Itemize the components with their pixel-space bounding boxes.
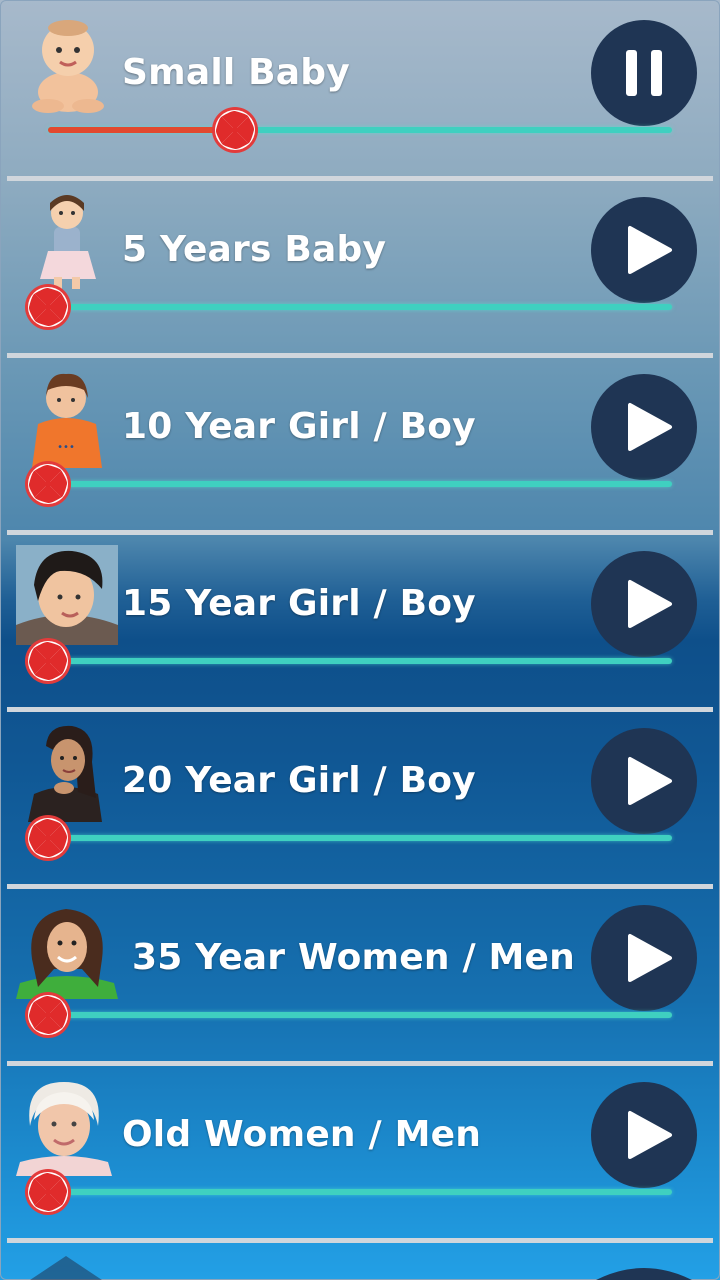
play-button[interactable] [591, 374, 697, 480]
list-item: 35 Year Women / Men [0, 885, 720, 1062]
progress-slider[interactable] [25, 461, 672, 507]
progress-slider[interactable] [25, 992, 672, 1038]
list-item: 20 Year Girl / Boy [0, 708, 720, 885]
progress-slider[interactable] [25, 815, 672, 861]
pause-button[interactable] [591, 20, 697, 126]
play-button[interactable] [591, 197, 697, 303]
child-photo: ••• [18, 368, 114, 468]
play-icon [628, 757, 672, 805]
baby-photo [18, 14, 114, 114]
slider-handle-icon[interactable] [211, 106, 259, 154]
item-title: 20 Year Girl / Boy [122, 760, 476, 801]
play-button[interactable] [591, 905, 697, 1011]
list-item: Small Baby [0, 0, 720, 177]
old-woman-photo [16, 1076, 112, 1176]
item-title: Old Women / Men [122, 1114, 482, 1155]
list-item: 15 Year Girl / Boy [0, 531, 720, 708]
slider-handle-icon[interactable] [24, 460, 72, 508]
teen-photo [16, 545, 118, 645]
svg-text:•••: ••• [57, 442, 75, 453]
play-button[interactable] [591, 728, 697, 834]
play-button[interactable] [591, 551, 697, 657]
slider-handle-icon[interactable] [24, 1168, 72, 1216]
slider-handle-icon[interactable] [24, 283, 72, 331]
young-woman-photo [18, 722, 114, 822]
play-icon [628, 580, 672, 628]
play-icon [628, 934, 672, 982]
woman-photo [16, 899, 118, 999]
list-item: Old Women / Men [0, 1062, 720, 1239]
divider [7, 1238, 713, 1243]
item-title: 15 Year Girl / Boy [122, 583, 476, 624]
item-title: Small Baby [122, 52, 350, 93]
item-title: 10 Year Girl / Boy [122, 406, 476, 447]
pause-icon [626, 50, 662, 96]
slider-handle-icon[interactable] [24, 637, 72, 685]
play-icon [628, 403, 672, 451]
slider-handle-icon[interactable] [24, 991, 72, 1039]
progress-slider[interactable] [48, 107, 672, 153]
item-title: 35 Year Women / Men [132, 937, 575, 978]
progress-slider[interactable] [25, 638, 672, 684]
play-icon [628, 226, 672, 274]
list-item: 5 Years Baby [0, 177, 720, 354]
progress-slider[interactable] [25, 1169, 672, 1215]
next-list-item-partial [0, 1248, 720, 1280]
item-title: 5 Years Baby [122, 229, 387, 270]
play-button[interactable] [591, 1082, 697, 1188]
progress-slider[interactable] [25, 284, 672, 330]
play-icon [628, 1111, 672, 1159]
list-item: ••• 10 Year Girl / Boy [0, 354, 720, 531]
slider-handle-icon[interactable] [24, 814, 72, 862]
progress-fill [48, 127, 236, 133]
toddler-girl-photo [18, 191, 114, 291]
